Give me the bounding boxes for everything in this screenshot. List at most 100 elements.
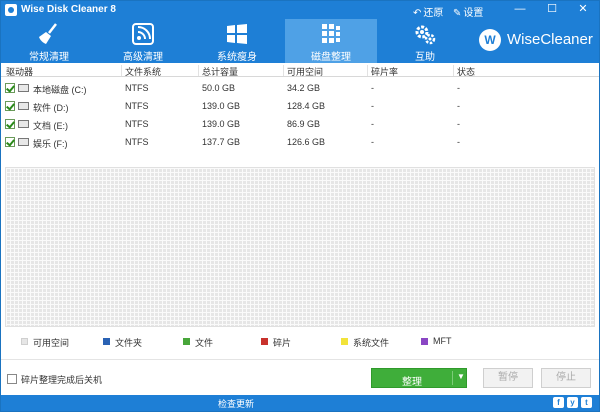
drive-frag: - (371, 119, 374, 129)
divider (1, 359, 599, 360)
table-row[interactable]: 娱乐 (F:) NTFS 137.7 GB 126.6 GB - - (1, 133, 599, 151)
drive-total: 50.0 GB (202, 83, 236, 93)
column-header-free[interactable]: 可用空间 (283, 65, 323, 77)
maximize-icon: ☐ (547, 3, 557, 15)
facebook-icon[interactable]: f (553, 397, 564, 408)
drive-checkbox[interactable] (5, 119, 15, 129)
legend-swatch (261, 338, 268, 345)
tab-mutual-help-label: 互助 (415, 52, 435, 63)
drive-free: 34.2 GB (287, 83, 321, 93)
drive-total: 139.0 GB (202, 119, 241, 129)
drive-icon (18, 84, 29, 92)
defrag-button-label: 整理 (402, 377, 422, 388)
table-row[interactable]: 软件 (D:) NTFS 139.0 GB 128.4 GB - - (1, 97, 599, 115)
settings-link[interactable]: ✎ 设置 (453, 4, 483, 19)
drive-filesystem: NTFS (125, 137, 149, 147)
drive-filesystem: NTFS (125, 101, 149, 111)
drive-free: 86.9 GB (287, 119, 321, 129)
youtube-icon[interactable]: y (567, 397, 578, 408)
drive-name: 娱乐 (F:) (33, 139, 68, 149)
drive-status: - (457, 119, 460, 129)
dropdown-arrow-icon[interactable]: ▼ (457, 372, 465, 381)
minimize-button[interactable]: — (509, 2, 531, 18)
maximize-button[interactable]: ☐ (541, 2, 563, 18)
broom-icon (3, 22, 95, 46)
legend-swatch (341, 338, 348, 345)
app-title: Wise Disk Cleaner 8 (21, 4, 116, 15)
legend-swatch (183, 338, 190, 345)
column-header-drive[interactable]: 驱动器 (3, 65, 33, 77)
tab-system-slim-label: 系统瘦身 (217, 52, 257, 63)
drive-checkbox[interactable] (5, 101, 15, 111)
drive-filesystem: NTFS (125, 119, 149, 129)
restore-link[interactable]: ↶ 还原 (413, 4, 443, 19)
column-header-filesystem[interactable]: 文件系统 (121, 65, 161, 77)
app-window: Wise Disk Cleaner 8 ↶ 还原 ✎ 设置 — ☐ ✕ 常规清理 高… (0, 0, 600, 412)
tab-disk-defrag-label: 磁盘整理 (311, 52, 351, 63)
tab-system-slim[interactable]: 系统瘦身 (191, 19, 283, 63)
tab-advanced-clean[interactable]: 高级清理 (97, 19, 189, 63)
legend-swatch (103, 338, 110, 345)
column-header-total[interactable]: 总计容量 (198, 65, 238, 77)
drive-frag: - (371, 83, 374, 93)
tab-common-clean[interactable]: 常规清理 (3, 19, 95, 63)
drive-name: 文档 (E:) (33, 121, 68, 131)
shutdown-label: 碎片整理完成后关机 (21, 375, 103, 385)
status-bar: 检查更新 f y t (1, 395, 599, 411)
title-bar: Wise Disk Cleaner 8 ↶ 还原 ✎ 设置 — ☐ ✕ (1, 1, 599, 19)
windows-icon (191, 22, 283, 46)
drive-filesystem: NTFS (125, 83, 149, 93)
table-header: 驱动器 文件系统 总计容量 可用空间 碎片率 状态 (1, 63, 599, 77)
cluster-legend: 可用空间 文件夹 文件 碎片 系统文件 MFT (1, 335, 599, 349)
table-row[interactable]: 本地磁盘 (C:) NTFS 50.0 GB 34.2 GB - - (1, 79, 599, 97)
legend-label: 可用空间 (33, 338, 70, 348)
drive-icon (18, 138, 29, 146)
legend-label: 系统文件 (353, 338, 390, 348)
drive-checkbox[interactable] (5, 137, 15, 147)
drive-checkbox[interactable] (5, 83, 15, 93)
table-row[interactable]: 文档 (E:) NTFS 139.0 GB 86.9 GB - - (1, 115, 599, 133)
main-toolbar: 常规清理 高级清理 系统瘦身 磁盘整理 互助 W WiseCleaner (1, 19, 599, 63)
cluster-map (5, 167, 595, 327)
blocks-icon (285, 22, 377, 46)
close-button[interactable]: ✕ (572, 2, 594, 18)
column-header-status[interactable]: 状态 (453, 65, 475, 77)
drive-icon (18, 120, 29, 128)
legend-label: 文件夹 (115, 338, 143, 348)
pause-button[interactable]: 暂停 (483, 368, 533, 388)
close-icon: ✕ (578, 3, 588, 15)
drive-frag: - (371, 137, 374, 147)
drive-free: 126.6 GB (287, 137, 326, 147)
restore-icon: ↶ (413, 8, 422, 19)
stop-button[interactable]: 停止 (541, 368, 591, 388)
app-logo-icon (5, 4, 17, 16)
drive-frag: - (371, 101, 374, 111)
drive-name: 软件 (D:) (33, 103, 69, 113)
tab-disk-defrag[interactable]: 磁盘整理 (285, 19, 377, 63)
minimize-icon: — (514, 3, 526, 15)
legend-swatch (21, 338, 28, 345)
defrag-button[interactable]: 整理 ▼ (371, 368, 467, 388)
checkbox-box[interactable] (7, 374, 17, 384)
radar-icon (97, 22, 189, 46)
column-header-frag[interactable]: 碎片率 (367, 65, 398, 77)
button-split-divider (452, 371, 453, 385)
tab-mutual-help[interactable]: 互助 (379, 19, 471, 63)
drive-table: 驱动器 文件系统 总计容量 可用空间 碎片率 状态 本地磁盘 (C:) NTFS… (1, 63, 599, 161)
legend-label: 碎片 (273, 338, 292, 348)
tab-advanced-clean-label: 高级清理 (123, 52, 163, 63)
drive-status: - (457, 137, 460, 147)
brand-name: WiseCleaner (507, 31, 593, 48)
legend-label: MFT (433, 336, 452, 346)
tab-common-clean-label: 常规清理 (29, 52, 69, 63)
legend-label: 文件 (195, 338, 214, 348)
drive-status: - (457, 101, 460, 111)
twitter-icon[interactable]: t (581, 397, 592, 408)
drive-status: - (457, 83, 460, 93)
check-update-link[interactable]: 检查更新 (1, 397, 471, 410)
restore-label: 还原 (423, 8, 444, 19)
drive-free: 128.4 GB (287, 101, 326, 111)
gears-icon (379, 22, 471, 46)
drive-name: 本地磁盘 (C:) (33, 85, 87, 95)
drive-total: 139.0 GB (202, 101, 241, 111)
